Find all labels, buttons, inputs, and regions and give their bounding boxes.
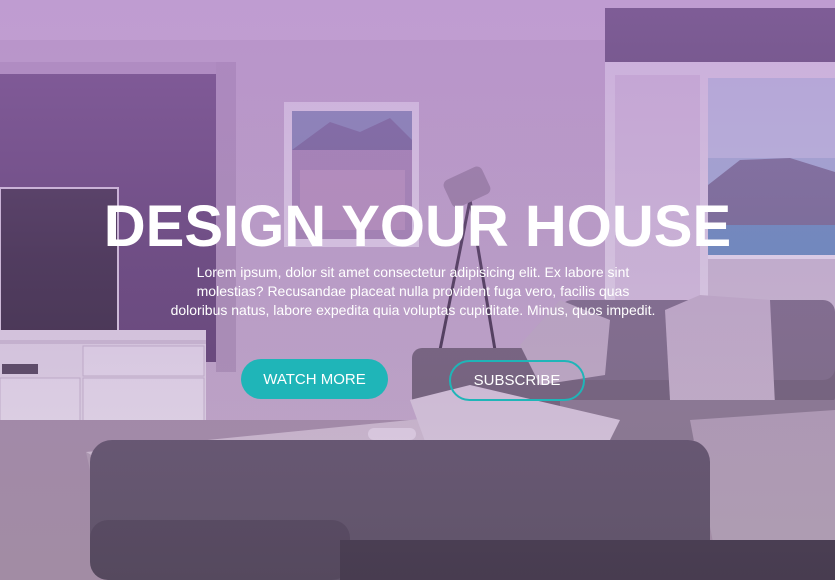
watch-more-button[interactable]: WATCH MORE [241, 359, 388, 399]
hero-section: DESIGN YOUR HOUSE Lorem ipsum, dolor sit… [0, 0, 835, 580]
hero-content: DESIGN YOUR HOUSE Lorem ipsum, dolor sit… [0, 0, 835, 580]
subscribe-button[interactable]: SUBSCRIBE [449, 360, 585, 401]
hero-description: Lorem ipsum, dolor sit amet consectetur … [170, 264, 656, 318]
hero-title: DESIGN YOUR HOUSE [103, 194, 732, 259]
